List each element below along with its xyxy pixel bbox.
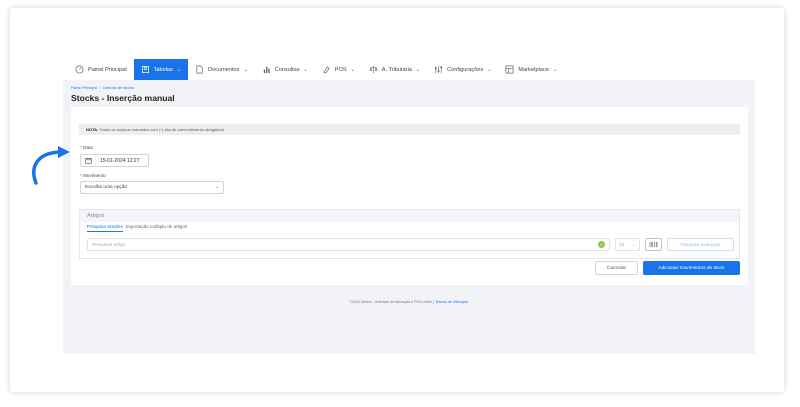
- artigos-tabs: Pesquisa simples Importação múltipla de …: [80, 222, 739, 232]
- nav-label: POS: [334, 66, 347, 73]
- app-window: Painel Principal Tabelas ⌄ Documentos ⌄ …: [63, 59, 755, 354]
- note-marker: (*): [159, 127, 164, 132]
- date-label-text: Data: [83, 145, 93, 150]
- annotation-arrow-icon: [32, 146, 70, 185]
- tables-icon: [141, 65, 149, 74]
- movement-select-value: Escolha uma opção: [85, 185, 128, 190]
- marketplace-icon: [505, 65, 514, 74]
- tab-pesquisa-simples[interactable]: Pesquisa simples: [87, 224, 123, 232]
- chevron-down-icon: ⌄: [350, 66, 355, 73]
- nav-item-configuracoes[interactable]: Configurações ⌄: [427, 59, 498, 80]
- chevron-down-icon: ⌄: [552, 66, 558, 73]
- barcode-scan-button[interactable]: [645, 238, 662, 251]
- movement-select[interactable]: Escolha uma opção ⌄: [80, 181, 224, 194]
- nav-item-documentos[interactable]: Documentos ⌄: [188, 59, 255, 80]
- top-nav: Painel Principal Tabelas ⌄ Documentos ⌄ …: [63, 59, 755, 80]
- cancel-button[interactable]: Cancelar: [595, 261, 638, 275]
- article-search-input[interactable]: Pesquisar artigo 0: [87, 238, 610, 251]
- tab-importacao-multipla[interactable]: Importação múltipla de artigos: [126, 224, 188, 232]
- artigos-panel: Artigos Pesquisa simples Importação múlt…: [79, 209, 740, 259]
- search-placeholder: Pesquisar artigo: [92, 242, 126, 247]
- required-star: *: [80, 145, 82, 150]
- date-field[interactable]: 15-01-2024 12:27: [80, 154, 149, 167]
- quantity-value: 10: [619, 242, 625, 247]
- count-badge: 0: [598, 241, 605, 248]
- movement-label: * Movimento: [80, 173, 106, 178]
- breadcrumb-home[interactable]: Painel Principal: [71, 86, 97, 90]
- nav-label: Painel Principal: [88, 66, 127, 73]
- screenshot-frame: Painel Principal Tabelas ⌄ Documentos ⌄ …: [10, 8, 784, 392]
- nav-item-tabelas[interactable]: Tabelas ⌄: [133, 59, 189, 80]
- breadcrumb-current[interactable]: Controlo de stocks: [102, 86, 133, 90]
- settings-icon: [435, 65, 443, 74]
- note-text-before: Todos os campos marcados com: [99, 127, 158, 132]
- date-label: * Data: [80, 145, 93, 150]
- nav-item-consultas[interactable]: Consultas ⌄: [255, 59, 315, 80]
- nav-item-a-tributaria[interactable]: A. Tributária ⌄: [362, 59, 427, 80]
- chevron-down-icon: ⌄: [243, 66, 248, 73]
- page-title: Stocks - Inserção manual: [71, 93, 175, 103]
- chevron-down-icon: ⌄: [632, 241, 636, 247]
- calendar-icon[interactable]: [81, 155, 96, 166]
- advanced-search-button[interactable]: Pesquisa avançada: [667, 238, 734, 251]
- barcode-icon: [649, 241, 658, 248]
- required-star: *: [80, 173, 82, 178]
- footer: ©2024 Moloni - Software de faturação e P…: [63, 300, 755, 304]
- artigos-title: Artigos: [80, 210, 739, 222]
- chevron-down-icon: ⌄: [176, 66, 182, 73]
- nav-label: Tabelas: [153, 66, 173, 73]
- movement-label-text: Movimento: [83, 173, 106, 178]
- chevron-down-icon: ⌄: [303, 66, 308, 73]
- quantity-select[interactable]: 10 ⌄: [615, 238, 640, 251]
- nav-label: A. Tributária: [381, 66, 412, 73]
- chart-icon: [263, 66, 270, 74]
- note-bold: NOTA:: [86, 127, 99, 132]
- chevron-down-icon: ⌄: [415, 66, 421, 73]
- note-text-after: são de preenchimento obrigatório.: [164, 127, 226, 132]
- chevron-down-icon: ⌄: [487, 66, 492, 73]
- nav-label: Documentos: [208, 66, 240, 73]
- artigos-search-row: Pesquisar artigo 0 10 ⌄ Pesquisa avançad…: [87, 238, 734, 251]
- document-icon: [196, 65, 203, 74]
- nav-item-painel-principal[interactable]: Painel Principal: [68, 59, 134, 80]
- terms-link[interactable]: Termos de Utilização: [435, 300, 468, 304]
- date-value: 15-01-2024 12:27: [100, 157, 140, 164]
- footer-text: ©2024 Moloni - Software de faturação e P…: [349, 300, 435, 304]
- form-card: NOTA: Todos os campos marcados com (*) s…: [71, 107, 748, 285]
- pos-icon: [323, 66, 330, 74]
- dashboard-icon: [75, 65, 84, 74]
- add-stock-movements-button[interactable]: Adicionar movimentos de stock: [643, 261, 740, 275]
- nav-label: Consultas: [274, 66, 300, 73]
- nav-item-marketplace[interactable]: Marketplace ⌄: [498, 59, 564, 80]
- nav-item-pos[interactable]: POS ⌄: [315, 59, 362, 80]
- balance-icon: [369, 65, 378, 74]
- breadcrumb: Painel Principal › Controlo de stocks: [71, 86, 134, 90]
- chevron-down-icon: ⌄: [214, 185, 219, 190]
- required-note: NOTA: Todos os campos marcados com (*) s…: [79, 124, 740, 135]
- nav-label: Marketplace: [518, 66, 549, 73]
- nav-label: Configurações: [447, 66, 484, 73]
